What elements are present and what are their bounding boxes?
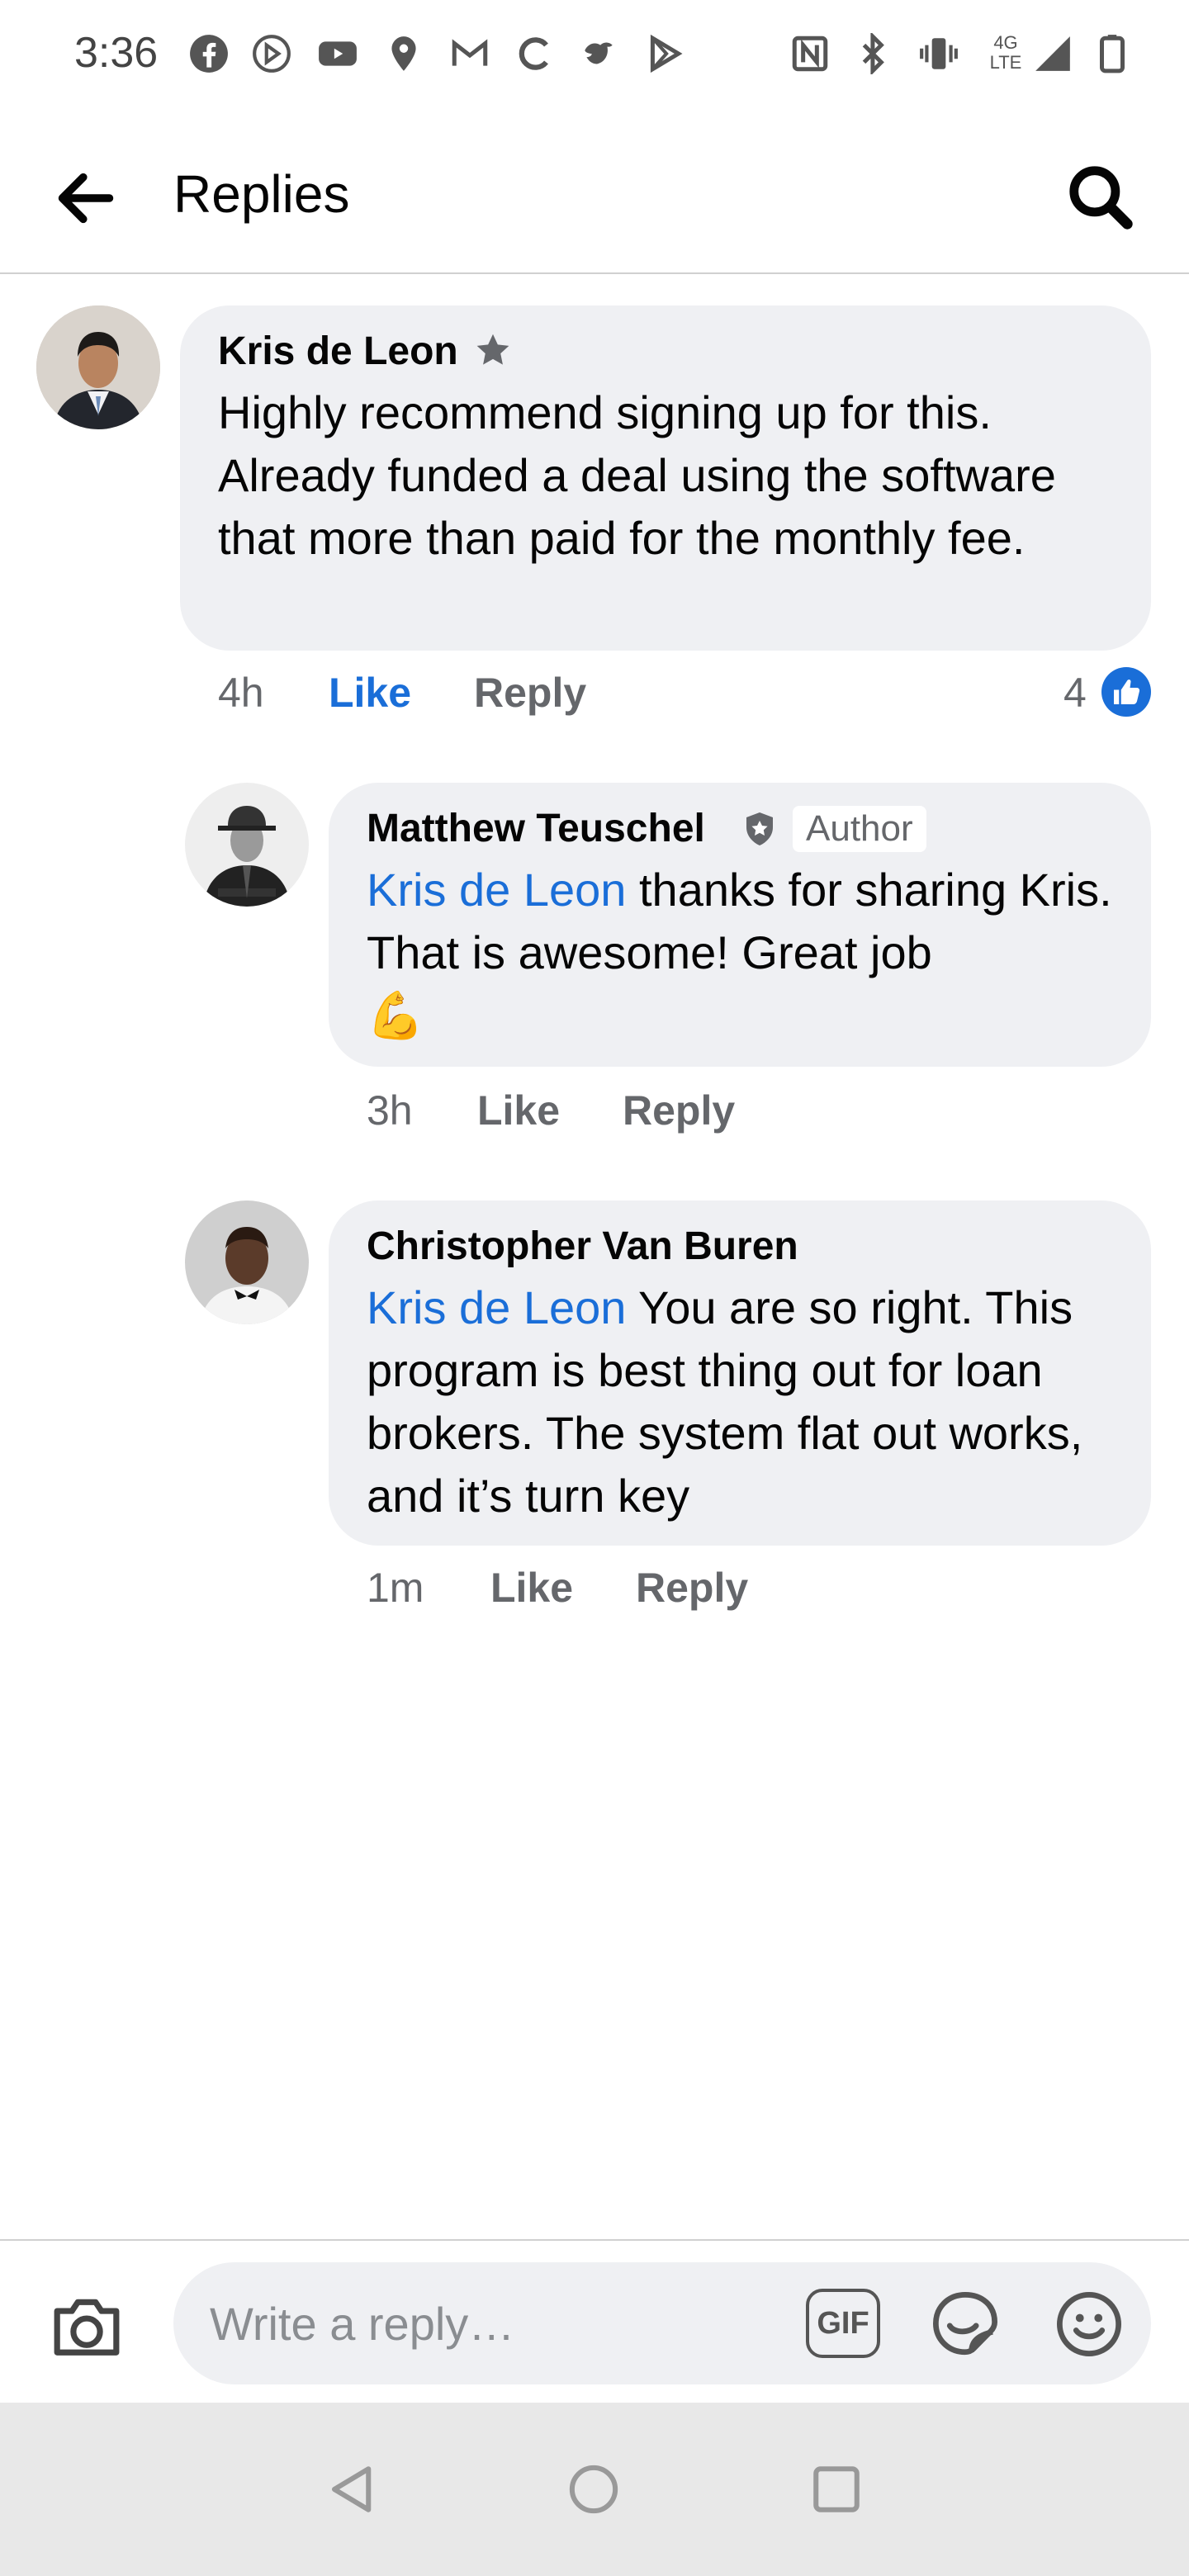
thumbs-up-reaction-icon[interactable]: [1101, 667, 1151, 717]
top-fan-star-icon: [476, 334, 509, 365]
avatar[interactable]: [185, 783, 309, 907]
author-badge: Author: [793, 806, 926, 852]
comment-text: Highly recommend signing up for this. Al…: [218, 386, 1056, 564]
back-arrow-icon[interactable]: [54, 167, 117, 230]
battery-icon: [1100, 35, 1125, 73]
comment-author[interactable]: Kris de Leon: [218, 329, 458, 374]
reply-button[interactable]: Reply: [474, 669, 586, 717]
back-nav-icon[interactable]: [325, 2462, 380, 2517]
avatar[interactable]: [185, 1200, 309, 1324]
like-button[interactable]: Like: [490, 1564, 573, 1612]
mention-link[interactable]: Kris de Leon: [367, 864, 626, 916]
search-icon[interactable]: [1065, 162, 1136, 233]
comment-author[interactable]: Christopher Van Buren: [367, 1224, 798, 1269]
emoji-icon[interactable]: [1052, 2287, 1126, 2361]
facebook-icon: [190, 35, 228, 73]
network-type: 4G LTE: [989, 32, 1022, 73]
header: Replies: [0, 116, 1189, 274]
comment-text: Kris de Leon You are so right. This prog…: [367, 1276, 1126, 1527]
comment-author[interactable]: Matthew Teuschel: [367, 806, 705, 851]
like-button[interactable]: Like: [329, 669, 411, 717]
vibrate-icon: [920, 38, 958, 69]
recents-nav-icon[interactable]: [809, 2462, 864, 2517]
status-time: 3:36: [74, 29, 159, 77]
comment-bubble[interactable]: Kris de Leon Highly recommend signing up…: [180, 305, 1151, 651]
gif-label: GIF: [817, 2306, 869, 2341]
gmail-icon: [452, 39, 488, 66]
signal-icon: [1035, 36, 1070, 71]
reply-composer: GIF: [0, 2239, 1189, 2403]
reply-button[interactable]: Reply: [636, 1564, 748, 1612]
avatar[interactable]: [36, 305, 160, 429]
mention-link[interactable]: Kris de Leon: [367, 1281, 626, 1333]
comment-time: 1m: [367, 1565, 424, 1611]
camera-icon[interactable]: [48, 2290, 126, 2361]
reply-field[interactable]: GIF: [173, 2262, 1151, 2384]
nfc-icon: [792, 36, 828, 72]
gif-button[interactable]: GIF: [806, 2289, 880, 2358]
comment-bubble[interactable]: Matthew Teuschel Kris de Leon thanks for…: [329, 783, 1151, 1067]
status-bar: 3:36 4G LTE: [0, 0, 1189, 116]
sticker-icon[interactable]: [928, 2287, 1002, 2361]
pinterest-icon: [253, 35, 291, 73]
comment-time: 3h: [367, 1087, 413, 1134]
c-app-icon: [519, 37, 548, 70]
shield-badge-icon: [746, 812, 773, 845]
reaction-count[interactable]: 4: [1063, 669, 1087, 717]
reply-button[interactable]: Reply: [623, 1087, 735, 1134]
home-nav-icon[interactable]: [566, 2462, 621, 2517]
comment-text: Kris de Leon thanks for sharing Kris. Th…: [367, 859, 1126, 1047]
play-icon: [650, 34, 683, 73]
comment-time: 4h: [218, 670, 264, 716]
bird-icon: [585, 42, 613, 64]
like-button[interactable]: Like: [477, 1087, 560, 1134]
system-nav-bar: [0, 2403, 1189, 2576]
reply-input[interactable]: [210, 2292, 771, 2355]
bluetooth-icon: [862, 33, 884, 74]
comment-bubble[interactable]: Christopher Van Buren Kris de Leon You a…: [329, 1200, 1151, 1546]
location-icon: [391, 36, 416, 71]
youtube-icon: [319, 41, 357, 66]
page-title: Replies: [173, 164, 350, 224]
flexed-biceps-emoji: 💪: [367, 989, 424, 1041]
